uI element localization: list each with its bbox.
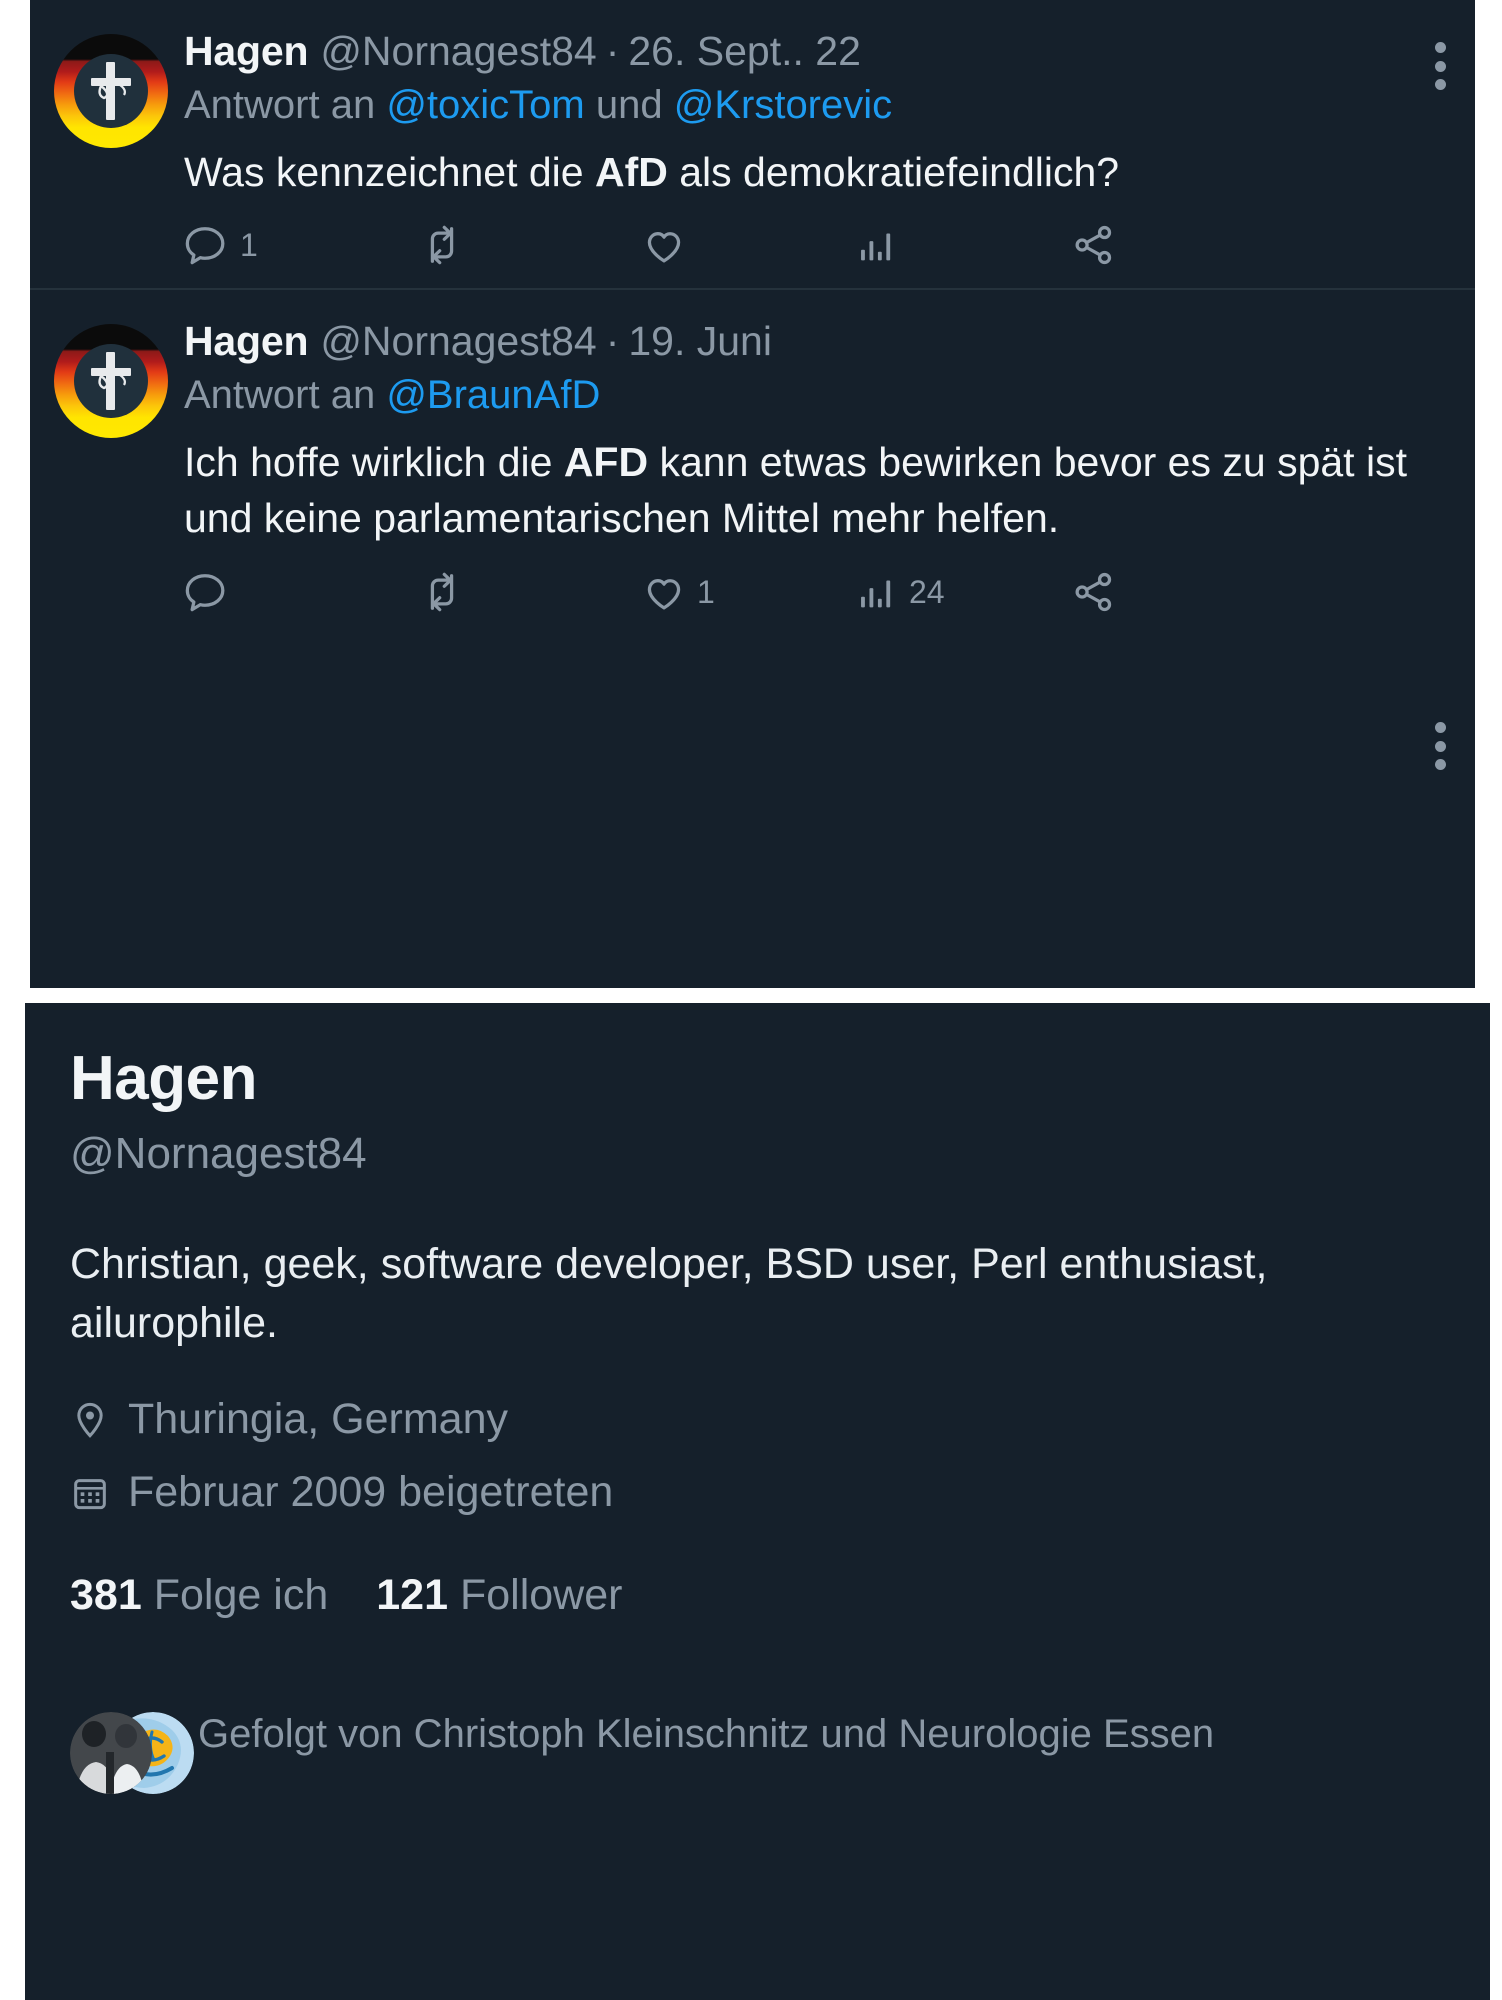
tweet-date[interactable]: 19. Juni — [628, 316, 772, 366]
tweet-item[interactable]: Hagen @Nornagest84 · 19. Juni Antwort an… — [30, 288, 1475, 771]
reply-context: Antwort an @BraunAfD — [184, 369, 1441, 421]
follower-avatar-1 — [70, 1711, 152, 1794]
tweet-item[interactable]: Hagen @Nornagest84 · 26. Sept.. 22 Antwo… — [30, 0, 1475, 288]
tweet-text-bold: AfD — [594, 149, 668, 196]
followed-by-label: Gefolgt von Christoph Kleinschnitz und N… — [198, 1711, 1215, 1756]
tweet-header: Hagen @Nornagest84 · 19. Juni — [184, 316, 1441, 366]
share-button[interactable] — [1071, 222, 1117, 268]
reply-mention-1[interactable]: @BraunAfD — [386, 373, 600, 417]
profile-joined-label: Februar 2009 beigetreten — [128, 1468, 614, 1517]
profile-panel: Hagen @Nornagest84 Christian, geek, soft… — [25, 1003, 1490, 2000]
reply-button[interactable] — [184, 569, 419, 615]
tweet-actions: 1 24 — [184, 569, 1441, 635]
reply-conjunction: und — [584, 83, 674, 128]
profile-location-label: Thuringia, Germany — [128, 1394, 508, 1443]
display-name[interactable]: Hagen — [184, 26, 309, 76]
more-options-icon[interactable] — [1433, 42, 1447, 90]
reply-icon — [185, 227, 225, 265]
share-button[interactable] — [1071, 569, 1117, 615]
separator-dot: · — [605, 318, 620, 365]
tweet-date[interactable]: 26. Sept.. 22 — [628, 26, 861, 76]
cross-icon — [91, 352, 131, 411]
tweet-actions: 1 — [184, 222, 1441, 288]
reply-context: Antwort an @toxicTom und @Krstorevic — [184, 79, 1441, 131]
location-pin-icon — [77, 1402, 103, 1438]
retweet-button[interactable] — [419, 569, 641, 615]
tweet-text: Ich hoffe wirklich die AFD kann etwas be… — [184, 434, 1441, 546]
tweet-header: Hagen @Nornagest84 · 26. Sept.. 22 — [184, 26, 1441, 76]
followers-label[interactable]: Follower — [460, 1571, 623, 1620]
like-button[interactable]: 1 — [641, 569, 853, 615]
user-handle[interactable]: @Nornagest84 — [320, 26, 596, 76]
more-options-icon[interactable] — [1433, 722, 1447, 771]
analytics-bars-icon — [861, 233, 891, 261]
profile-location: Thuringia, Germany — [70, 1394, 1445, 1446]
avatar[interactable] — [54, 324, 168, 439]
views-button[interactable] — [853, 222, 1071, 268]
tweet-text-bold: AFD — [563, 439, 649, 486]
views-count: 24 — [909, 573, 945, 610]
heart-icon — [647, 232, 681, 263]
like-count: 1 — [697, 573, 715, 610]
reply-count: 1 — [240, 227, 258, 264]
retweet-icon — [430, 225, 454, 265]
heart-icon — [647, 578, 681, 610]
profile-handle: @Nornagest84 — [70, 1129, 367, 1179]
profile-joined: Februar 2009 beigetreten — [70, 1467, 1445, 1519]
profile-stats: 381 Folge ich 121 Follower — [70, 1571, 1445, 1620]
retweet-button[interactable] — [419, 222, 641, 268]
share-icon — [1075, 226, 1112, 265]
reply-icon — [185, 573, 225, 611]
following-label[interactable]: Folge ich — [154, 1571, 328, 1620]
views-button[interactable]: 24 — [853, 569, 1071, 615]
share-icon — [1075, 572, 1112, 611]
user-handle[interactable]: @Nornagest84 — [320, 316, 596, 366]
reply-button[interactable]: 1 — [184, 222, 419, 268]
retweet-icon — [430, 572, 454, 611]
analytics-bars-icon — [861, 580, 891, 607]
timeline-panel: Hagen @Nornagest84 · 26. Sept.. 22 Antwo… — [30, 0, 1475, 988]
separator-dot: · — [605, 28, 620, 74]
tweet-text-part: Ich hoffe wirklich die — [184, 439, 564, 486]
calendar-icon — [74, 1479, 106, 1510]
like-button[interactable] — [641, 222, 853, 268]
display-name[interactable]: Hagen — [184, 316, 309, 366]
profile-bio: Christian, geek, software developer, BSD… — [70, 1240, 1268, 1348]
profile-display-name: Hagen — [70, 1044, 257, 1113]
reply-mention-2[interactable]: @Krstorevic — [674, 83, 892, 127]
following-count[interactable]: 381 — [70, 1571, 142, 1620]
followers-count[interactable]: 121 — [376, 1571, 448, 1620]
avatar-column — [54, 26, 184, 288]
tweet-text: Was kennzeichnet die AfD als demokratief… — [184, 144, 1441, 200]
tweet-text-part: Was kennzeichnet die — [184, 149, 595, 196]
reply-prefix: Antwort an — [184, 373, 387, 418]
cross-icon — [91, 62, 131, 120]
reply-mention-1[interactable]: @toxicTom — [386, 83, 584, 127]
reply-prefix: Antwort an — [184, 83, 387, 128]
tweet-text-part: als demokratiefeindlich? — [667, 149, 1120, 196]
avatar-column — [54, 316, 184, 634]
photo-avatar-icon — [70, 1711, 152, 1794]
followed-by-avatars — [70, 1711, 194, 1796]
followed-by-row[interactable]: Gefolgt von Christoph Kleinschnitz und N… — [70, 1708, 1445, 1796]
avatar[interactable] — [54, 34, 168, 148]
